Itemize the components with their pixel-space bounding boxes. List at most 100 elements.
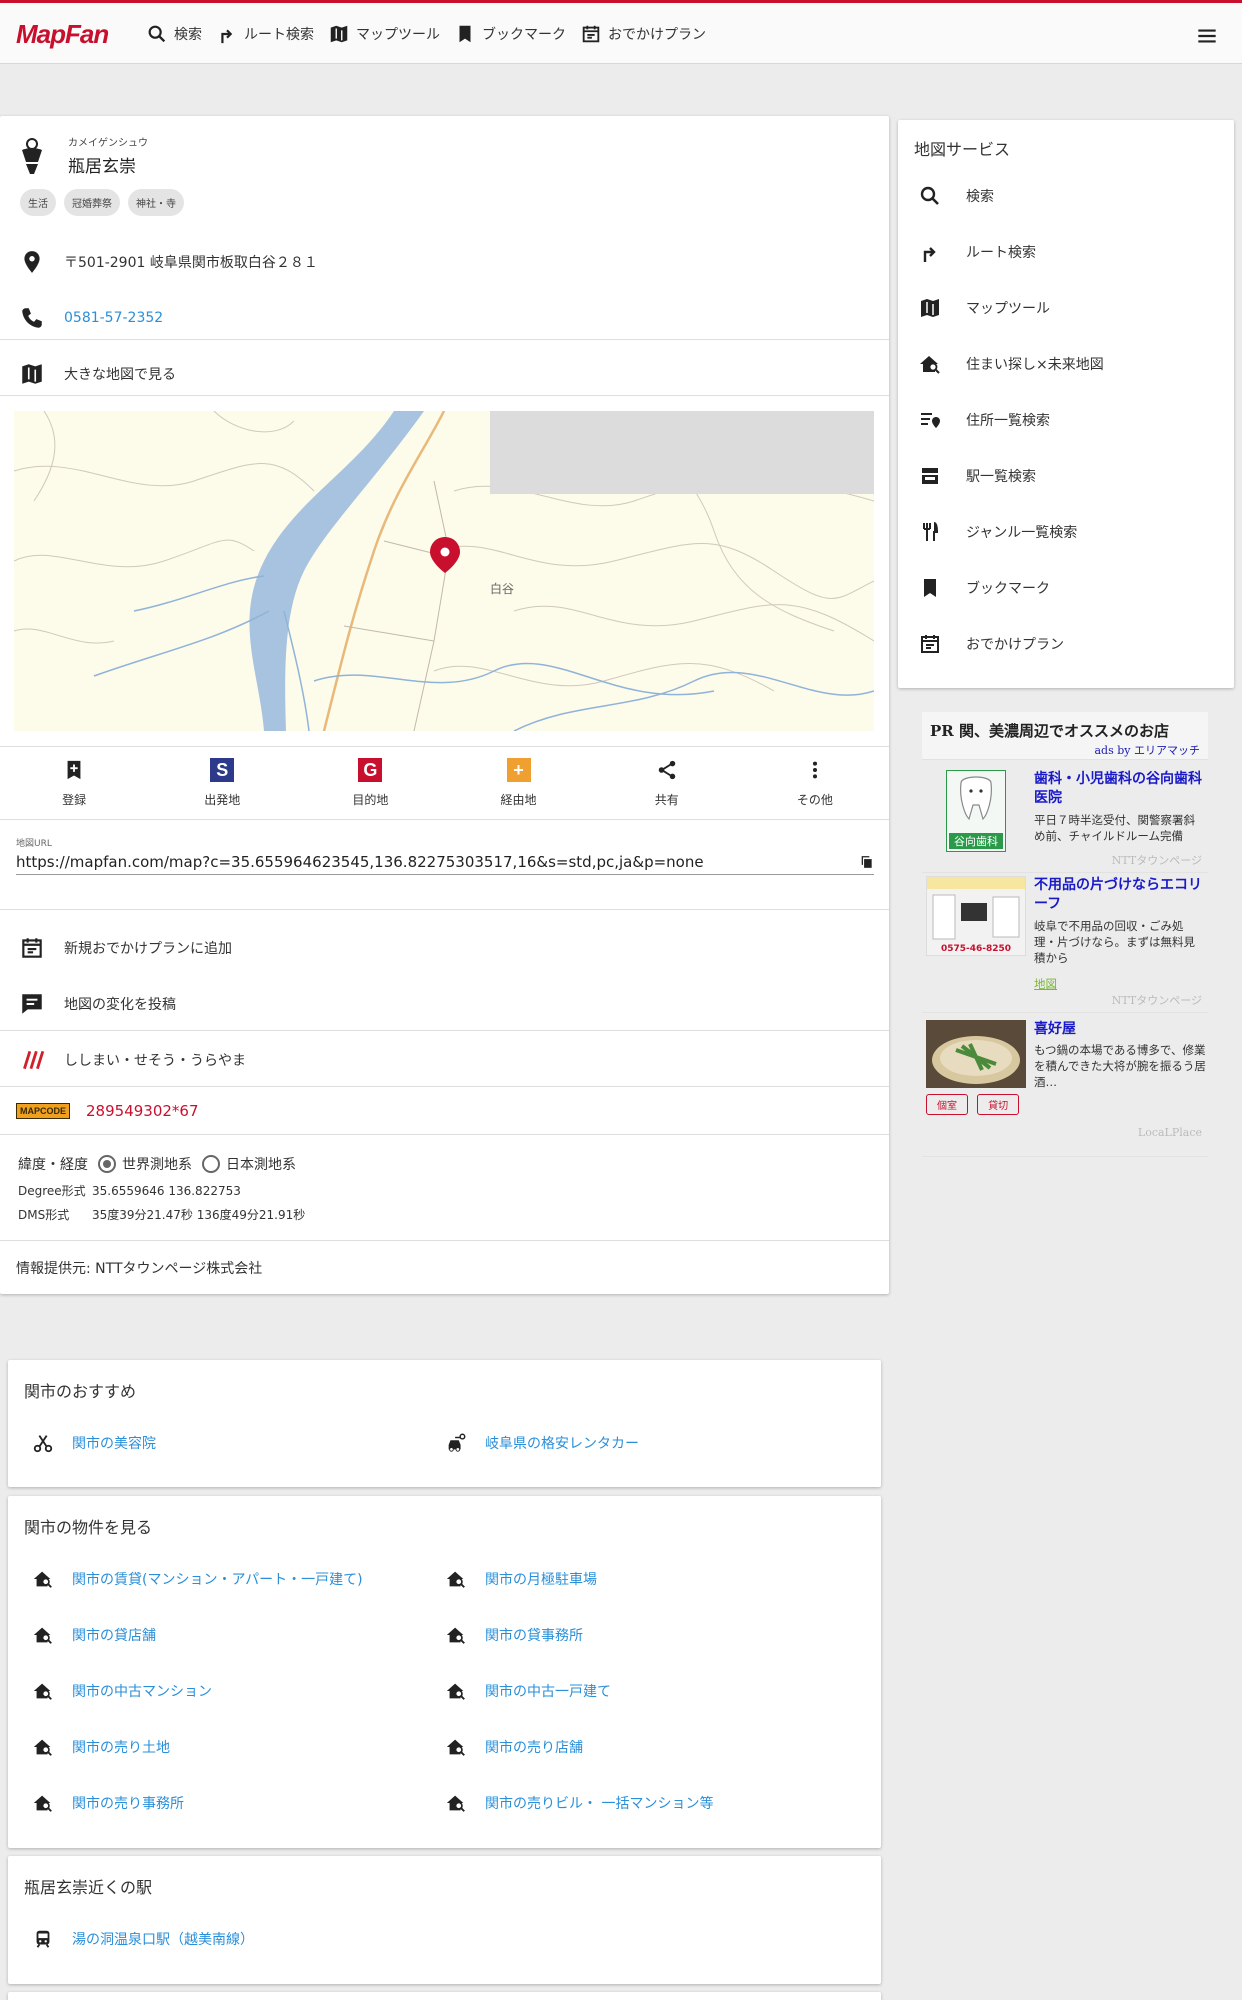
property-link[interactable]: 関市の売り店舗 [445, 1736, 583, 1758]
service-route[interactable]: ルート検索 [898, 224, 1234, 280]
service-map-tool[interactable]: マップツール [898, 280, 1234, 336]
property-link[interactable]: 関市の貸店舗 [32, 1624, 156, 1646]
divider [922, 872, 1208, 873]
property-link[interactable]: 関市の売り土地 [32, 1736, 170, 1758]
calendar-icon [582, 25, 600, 43]
ad-image[interactable]: 0575-46-8250 [926, 876, 1026, 956]
mini-map[interactable]: 白谷 [14, 411, 874, 731]
map-url-text[interactable]: https://mapfan.com/map?c=35.655964623545… [16, 853, 704, 871]
property-link[interactable]: 関市の貸事務所 [445, 1624, 583, 1646]
nav-route[interactable]: ルート検索 [216, 23, 314, 45]
ad-item[interactable]: 喜好屋 もつ鍋の本場である博多で、修業を積んできた大将が腕を振るう居酒… 個室 … [926, 1020, 1206, 1150]
ad-title[interactable]: 喜好屋 [1034, 1020, 1206, 1039]
phone-link[interactable]: 0581-57-2352 [64, 310, 163, 326]
ad-source: LocaLPlace [1137, 1126, 1202, 1139]
hamburger-menu-icon[interactable] [1194, 23, 1220, 49]
service-bookmark[interactable]: ブックマーク [898, 560, 1234, 616]
ads-by-link[interactable]: ads by エリアマッチ [1095, 742, 1201, 758]
category-tag[interactable]: 神社・寺 [128, 189, 184, 216]
divider [0, 909, 889, 910]
share-button[interactable]: 共有 [607, 746, 727, 818]
link-label[interactable]: 岐阜県の格安レンタカー [485, 1433, 639, 1453]
link-label[interactable]: 関市の貸店舗 [72, 1625, 156, 1645]
ad-item[interactable]: 谷向歯科 歯科・小児歯科の谷向歯科医院 平日７時半迄受付、関警察署斜め前、チャイ… [926, 770, 1206, 870]
link-label[interactable]: 湯の洞温泉口駅（越美南線） [72, 1929, 254, 1949]
property-link[interactable]: 関市の売り事務所 [32, 1792, 184, 1814]
world-geodetic-radio[interactable] [98, 1155, 116, 1173]
station-link[interactable]: 湯の洞温泉口駅（越美南線） [32, 1928, 254, 1950]
ad-image[interactable] [926, 1020, 1026, 1088]
service-station-list[interactable]: 駅一覧検索 [898, 448, 1234, 504]
link-label[interactable]: 関市の中古マンション [72, 1681, 212, 1701]
nav-bookmark[interactable]: ブックマーク [454, 23, 566, 45]
mapcode-logo: MAPCODE [16, 1103, 71, 1119]
service-label: おでかけプラン [966, 637, 1064, 653]
share-icon [658, 760, 675, 779]
link-label[interactable]: 関市の売り土地 [72, 1737, 170, 1757]
recommend-link[interactable]: 岐阜県の格安レンタカー [445, 1432, 639, 1454]
ad-image[interactable]: 谷向歯科 [946, 770, 1006, 852]
map-icon [921, 299, 939, 317]
big-map-row[interactable]: 大きな地図で見る [0, 354, 889, 394]
action-label: 経由地 [500, 792, 537, 807]
japan-geodetic-radio[interactable] [202, 1155, 220, 1173]
category-tag[interactable]: 生活 [20, 189, 56, 216]
what3words-icon [23, 1050, 45, 1070]
nav-search[interactable]: 検索 [146, 23, 202, 45]
post-change-row[interactable]: 地図の変化を投稿 [0, 984, 889, 1024]
add-plan-row[interactable]: 新規おでかけプランに追加 [0, 928, 889, 968]
ad-title[interactable]: 不用品の片づけならエコリーフ [1034, 876, 1206, 914]
category-tag[interactable]: 冠婚葬祭 [64, 189, 120, 216]
link-label[interactable]: 関市の売り店舗 [485, 1737, 583, 1757]
service-genre-list[interactable]: ジャンル一覧検索 [898, 504, 1234, 560]
ad-map-link[interactable]: 地図 [1034, 976, 1206, 992]
divider [0, 339, 889, 340]
ad-chip[interactable]: 個室 [926, 1094, 968, 1115]
nav-plan[interactable]: おでかけプラン [580, 23, 706, 45]
ad-item[interactable]: 0575-46-8250 不用品の片づけならエコリーフ 岐阜で不用品の回収・ごみ… [926, 876, 1206, 1007]
map-canvas[interactable]: 白谷 [14, 411, 874, 731]
recommend-link[interactable]: 関市の美容院 [32, 1432, 156, 1454]
property-link[interactable]: 関市の売りビル・ 一括マンション等 [445, 1792, 713, 1814]
link-label[interactable]: 関市の賃貸(マンション・アパート・一戸建て) [72, 1569, 363, 1589]
more-button[interactable]: その他 [755, 746, 875, 818]
service-house-search[interactable]: 住まい探し×未来地図 [898, 336, 1234, 392]
service-label: マップツール [966, 301, 1050, 317]
map-url-field[interactable]: https://mapfan.com/map?c=35.655964623545… [16, 849, 874, 875]
link-label[interactable]: 関市の貸事務所 [485, 1625, 583, 1645]
property-link[interactable]: 関市の月極駐車場 [445, 1568, 597, 1590]
property-link[interactable]: 関市の中古一戸建て [445, 1680, 611, 1702]
link-label[interactable]: 関市の月極駐車場 [485, 1569, 597, 1589]
phone-row[interactable]: 0581-57-2352 [0, 298, 889, 338]
what3words-row[interactable]: ししまい・せそう・うらやま [0, 1040, 889, 1080]
link-label[interactable]: 関市の売り事務所 [72, 1793, 184, 1813]
mapfan-logo[interactable]: MapFan [16, 19, 109, 50]
property-link[interactable]: 関市の賃貸(マンション・アパート・一戸建て) [32, 1568, 363, 1590]
nav-label: おでかけプラン [608, 27, 706, 43]
bookmark-add-icon [67, 760, 81, 779]
link-label[interactable]: 関市の美容院 [72, 1433, 156, 1453]
register-button[interactable]: 登録 [14, 746, 134, 818]
nav-map-tool[interactable]: マップツール [328, 23, 440, 45]
start-button[interactable]: S 出発地 [162, 746, 282, 818]
nav-label: ルート検索 [244, 27, 314, 43]
house-search-icon [446, 1683, 465, 1700]
ad-chip[interactable]: 貸切 [977, 1094, 1020, 1115]
copy-icon[interactable] [860, 855, 874, 869]
link-label[interactable]: 関市の売りビル・ 一括マンション等 [485, 1793, 713, 1813]
property-link[interactable]: 関市の中古マンション [32, 1680, 212, 1702]
link-label[interactable]: 関市の中古一戸建て [485, 1681, 611, 1701]
service-address-list[interactable]: 住所一覧検索 [898, 392, 1234, 448]
mapcode-value[interactable]: 289549302*67 [86, 1102, 198, 1120]
waypoint-button[interactable]: + 経由地 [459, 746, 579, 818]
category-tags: 生活 冠婚葬祭 神社・寺 [20, 189, 192, 216]
nav-label: マップツール [356, 27, 440, 43]
service-plan[interactable]: おでかけプラン [898, 616, 1234, 672]
action-label: その他 [796, 792, 833, 807]
service-search[interactable]: 検索 [898, 168, 1234, 224]
big-map-label: 大きな地図で見る [64, 367, 176, 383]
japan-geodetic-label: 日本測地系 [226, 1157, 296, 1173]
house-search-icon [33, 1571, 52, 1588]
ad-title[interactable]: 歯科・小児歯科の谷向歯科医院 [1034, 770, 1206, 808]
goal-button[interactable]: G 目的地 [310, 746, 430, 818]
